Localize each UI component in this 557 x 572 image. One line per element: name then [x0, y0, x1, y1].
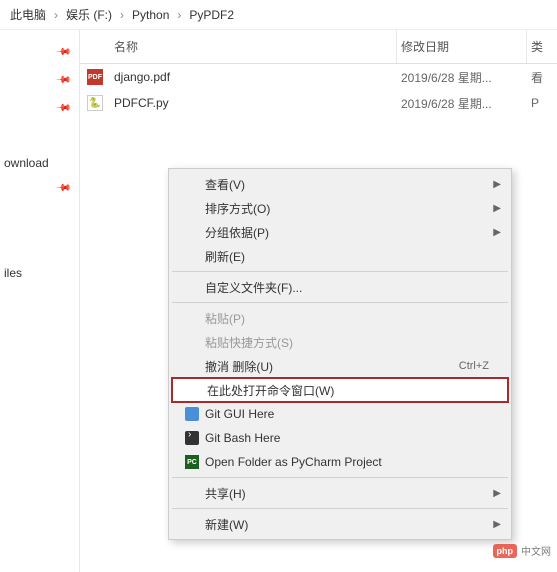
git-gui-icon — [185, 407, 199, 421]
watermark-text: 中文网 — [521, 543, 551, 558]
sidebar-item-download[interactable]: ownload — [0, 152, 79, 174]
pin-icon: 📌 — [54, 180, 71, 197]
pdf-icon: PDF — [80, 69, 110, 85]
pin-icon: 📌 — [54, 44, 71, 61]
menu-refresh[interactable]: 刷新(E) — [171, 244, 509, 268]
chevron-right-icon: ▶ — [493, 488, 501, 499]
file-date: 2019/6/28 星期... — [397, 69, 527, 86]
breadcrumb[interactable]: 此电脑 › 娱乐 (F:) › Python › PyPDF2 — [0, 0, 557, 30]
menu-separator — [172, 271, 508, 272]
menu-undo-delete[interactable]: 撤消 删除(U) Ctrl+Z — [171, 354, 509, 378]
menu-paste-shortcut: 粘贴快捷方式(S) — [171, 330, 509, 354]
menu-separator — [172, 477, 508, 478]
chevron-right-icon: › — [177, 8, 181, 22]
menu-separator — [172, 508, 508, 509]
pin-icon: 📌 — [54, 72, 71, 89]
file-row[interactable]: PDF django.pdf 2019/6/28 星期... 看 — [80, 64, 557, 90]
sidebar-pin-row: 📌 — [0, 174, 79, 202]
breadcrumb-item[interactable]: Python — [132, 8, 169, 22]
file-date: 2019/6/28 星期... — [397, 95, 527, 112]
sidebar-item-files[interactable]: iles — [0, 262, 79, 284]
menu-git-bash[interactable]: Git Bash Here — [171, 426, 509, 450]
chevron-right-icon: ▶ — [493, 179, 501, 190]
watermark-badge: php — [493, 544, 518, 558]
file-list-header: 名称 修改日期 类 — [80, 30, 557, 64]
menu-paste: 粘贴(P) — [171, 306, 509, 330]
menu-pycharm-open[interactable]: PC Open Folder as PyCharm Project — [171, 450, 509, 474]
pycharm-icon: PC — [185, 455, 199, 469]
python-file-icon: 🐍 — [80, 95, 110, 111]
column-header-type[interactable]: 类 — [527, 30, 557, 63]
file-type: 看 — [527, 69, 557, 86]
file-name: django.pdf — [110, 70, 397, 84]
context-menu: 查看(V) ▶ 排序方式(O) ▶ 分组依据(P) ▶ 刷新(E) 自定义文件夹… — [168, 168, 512, 540]
menu-customize-folder[interactable]: 自定义文件夹(F)... — [171, 275, 509, 299]
sidebar-pin-row: 📌 — [0, 38, 79, 66]
column-header-name[interactable]: 名称 — [110, 30, 397, 63]
menu-git-gui[interactable]: Git GUI Here — [171, 402, 509, 426]
watermark: php 中文网 — [493, 543, 552, 558]
chevron-right-icon: ▶ — [493, 519, 501, 530]
menu-open-command-window[interactable]: 在此处打开命令窗口(W) — [171, 377, 509, 403]
chevron-right-icon: ▶ — [493, 203, 501, 214]
pin-icon: 📌 — [54, 100, 71, 117]
sidebar: 📌 📌 📌 ownload 📌 iles — [0, 30, 80, 572]
file-row[interactable]: 🐍 PDFCF.py 2019/6/28 星期... P — [80, 90, 557, 116]
breadcrumb-item[interactable]: PyPDF2 — [189, 8, 234, 22]
sidebar-pin-row: 📌 — [0, 94, 79, 122]
chevron-right-icon: › — [120, 8, 124, 22]
sidebar-pin-row: 📌 — [0, 66, 79, 94]
file-name: PDFCF.py — [110, 96, 397, 110]
git-bash-icon — [185, 431, 199, 445]
file-type: P — [527, 96, 557, 110]
menu-group[interactable]: 分组依据(P) ▶ — [171, 220, 509, 244]
menu-shortcut-label: Ctrl+Z — [459, 360, 489, 372]
breadcrumb-item[interactable]: 娱乐 (F:) — [66, 6, 112, 23]
menu-view[interactable]: 查看(V) ▶ — [171, 172, 509, 196]
column-header-date[interactable]: 修改日期 — [397, 30, 527, 63]
chevron-right-icon: › — [54, 8, 58, 22]
breadcrumb-item[interactable]: 此电脑 — [10, 6, 46, 23]
menu-sort[interactable]: 排序方式(O) ▶ — [171, 196, 509, 220]
menu-separator — [172, 302, 508, 303]
menu-new[interactable]: 新建(W) ▶ — [171, 512, 509, 536]
chevron-right-icon: ▶ — [493, 227, 501, 238]
menu-share[interactable]: 共享(H) ▶ — [171, 481, 509, 505]
